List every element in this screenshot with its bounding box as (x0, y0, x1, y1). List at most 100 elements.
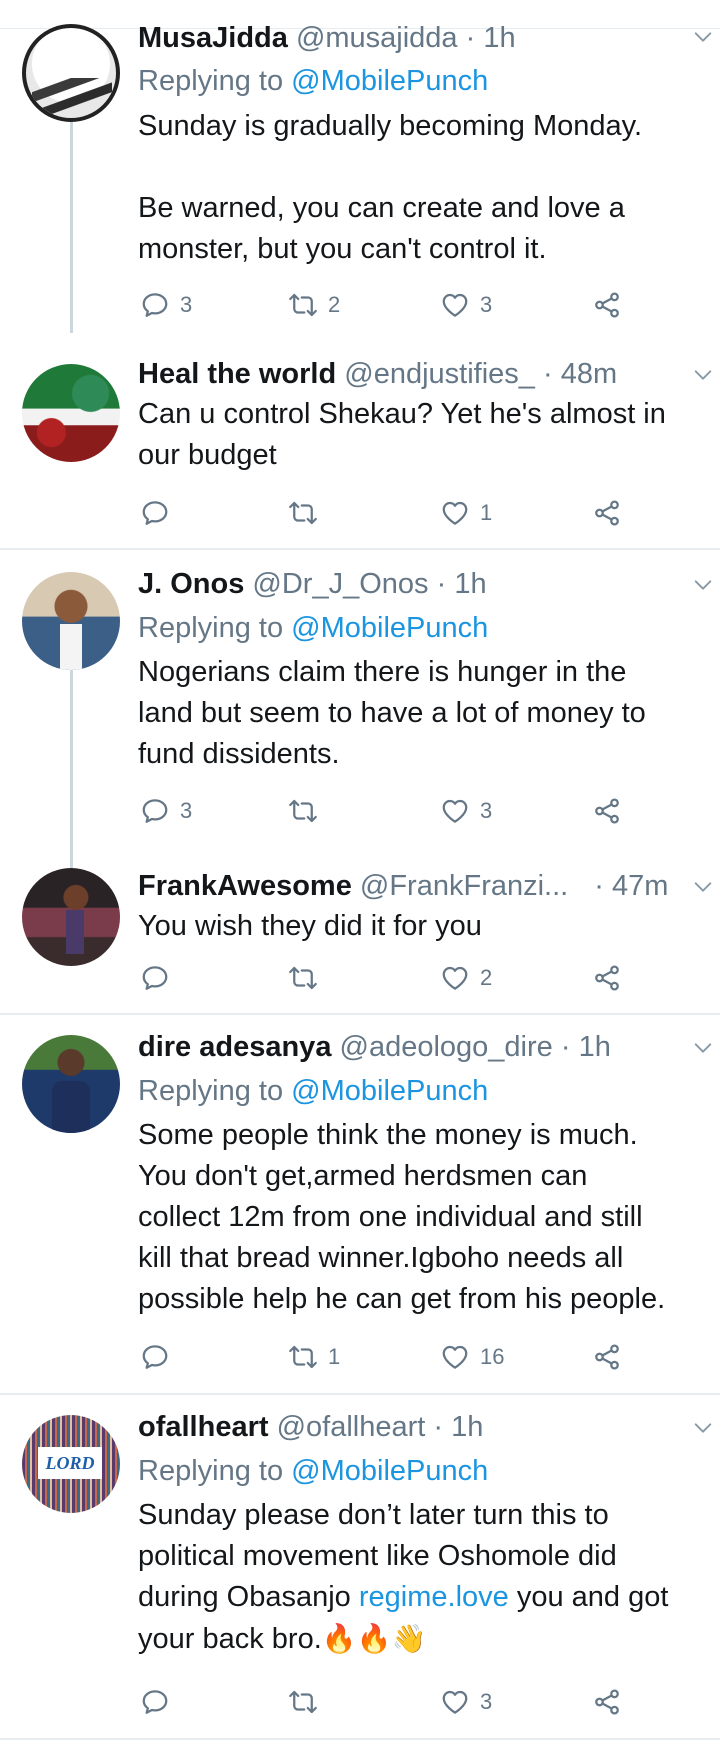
avatar[interactable] (22, 364, 120, 462)
tweet-item[interactable]: FrankAwesome @FrankFranzi... · 47m You w… (0, 860, 720, 1010)
replying-to-label: Replying to (138, 1075, 284, 1107)
replying-to-label: Replying to (138, 65, 284, 97)
retweet-icon (288, 290, 318, 320)
tweet-text-line: political movement like Oshomole did (138, 1540, 617, 1572)
tweet-item[interactable]: dire adesanya @adeologo_dire · 1h Replyi… (0, 1015, 720, 1393)
thread-line (70, 668, 73, 868)
tweet-actions: 2 (138, 961, 638, 995)
tweet-header: ofallheart @ofallheart · 1h (138, 1409, 483, 1445)
timestamp[interactable]: · 47m (594, 870, 668, 902)
reply-button[interactable] (140, 1340, 180, 1374)
reply-icon (140, 290, 170, 320)
like-button[interactable]: 3 (440, 1685, 492, 1719)
avatar[interactable] (22, 572, 120, 670)
like-button[interactable]: 1 (440, 496, 492, 530)
chevron-down-icon[interactable] (692, 364, 714, 386)
display-name[interactable]: dire adesanya (138, 1031, 331, 1063)
avatar-image (60, 624, 82, 670)
like-count: 2 (480, 965, 493, 990)
user-handle[interactable]: @FrankFranzi... (360, 870, 568, 902)
reply-button[interactable] (140, 496, 180, 530)
chevron-down-icon[interactable] (692, 876, 714, 898)
share-button[interactable] (592, 288, 622, 322)
replying-to-handle[interactable]: @MobilePunch (291, 612, 488, 644)
display-name[interactable]: ofallheart (138, 1411, 269, 1443)
user-handle[interactable]: @Dr_J_Onos (252, 568, 428, 600)
heart-icon (440, 963, 470, 993)
retweet-button[interactable] (288, 1685, 328, 1719)
like-count: 1 (480, 500, 493, 525)
reply-button[interactable] (140, 961, 180, 995)
share-button[interactable] (592, 794, 622, 828)
share-button[interactable] (592, 496, 622, 530)
tweet-text: Sunday is gradually becoming Monday. Be … (138, 106, 713, 270)
replying-to-label: Replying to (138, 1455, 284, 1487)
timestamp[interactable]: · 1h (466, 22, 516, 54)
tweet-text-line: Sunday please don’t later turn this to (138, 1499, 609, 1531)
avatar[interactable] (22, 868, 120, 966)
share-button[interactable] (592, 961, 622, 995)
tweet-text-line: during Obasanjo regime.love you and got (138, 1577, 713, 1618)
avatar[interactable]: LORD (22, 1415, 120, 1513)
tweet-text: You wish they did it for you (138, 906, 713, 947)
replying-to-handle[interactable]: @MobilePunch (291, 1455, 488, 1487)
tweet-item[interactable]: MusaJidda @musajidda · 1h Replying to @M… (0, 0, 720, 333)
display-name[interactable]: J. Onos (138, 568, 244, 600)
timestamp[interactable]: · 1h (561, 1031, 611, 1063)
tweet-actions: 3 3 (138, 794, 638, 828)
tweet-item[interactable]: Heal the world @endjustifies_ · 48m Can … (0, 340, 720, 550)
retweet-count: 1 (328, 1344, 341, 1369)
like-button[interactable]: 3 (440, 794, 492, 828)
chevron-down-icon[interactable] (692, 26, 714, 48)
retweet-button[interactable]: 1 (288, 1340, 340, 1374)
replying-to-handle[interactable]: @MobilePunch (291, 65, 488, 97)
tweet-inline-link[interactable]: regime.love (359, 1581, 509, 1613)
avatar-text: LORD (45, 1452, 95, 1473)
retweet-icon (288, 1687, 318, 1717)
tweet-header: dire adesanya @adeologo_dire · 1h (138, 1029, 611, 1065)
tweet-header: J. Onos @Dr_J_Onos · 1h (138, 566, 487, 602)
heart-icon (440, 796, 470, 826)
avatar[interactable] (22, 1035, 120, 1133)
replying-to-handle[interactable]: @MobilePunch (291, 1075, 488, 1107)
retweet-button[interactable] (288, 961, 328, 995)
retweet-button[interactable] (288, 496, 328, 530)
chevron-down-icon[interactable] (692, 574, 714, 596)
reply-button[interactable]: 3 (140, 288, 192, 322)
tweet-text-line: land but seem to have a lot of money to (138, 697, 646, 729)
tweet-text-line: Can u control Shekau? Yet he's almost in (138, 398, 666, 430)
tweet-header: Heal the world @endjustifies_ · 48m (138, 356, 617, 392)
tweet-text-blank-line (138, 147, 713, 188)
tweet-item[interactable]: LORD ofallheart @ofallheart · 1h Replyin… (0, 1395, 720, 1735)
tweet-text-line: collect 12m from one individual and stil… (138, 1201, 643, 1233)
timestamp[interactable]: · 48m (543, 358, 617, 390)
retweet-button[interactable]: 2 (288, 288, 340, 322)
avatar[interactable] (22, 24, 120, 122)
tweet-text-line: our budget (138, 439, 277, 471)
timestamp[interactable]: · 1h (437, 568, 487, 600)
user-handle[interactable]: @musajidda (296, 22, 458, 54)
chevron-down-icon[interactable] (692, 1037, 714, 1059)
tweet-text-line: kill that bread winner.Igboho needs all (138, 1242, 624, 1274)
reply-count: 3 (180, 292, 193, 317)
share-button[interactable] (592, 1685, 622, 1719)
reply-button[interactable]: 3 (140, 794, 192, 828)
reply-button[interactable] (140, 1685, 180, 1719)
display-name[interactable]: MusaJidda (138, 22, 288, 54)
like-button[interactable]: 3 (440, 288, 492, 322)
user-handle[interactable]: @endjustifies_ (344, 358, 535, 390)
like-button[interactable]: 16 (440, 1340, 504, 1374)
share-button[interactable] (592, 1340, 622, 1374)
tweet-item[interactable]: J. Onos @Dr_J_Onos · 1h Replying to @Mob… (0, 550, 720, 868)
like-button[interactable]: 2 (440, 961, 492, 995)
replying-to: Replying to @MobilePunch (138, 610, 488, 646)
display-name[interactable]: FrankAwesome (138, 870, 352, 902)
retweet-button[interactable] (288, 794, 328, 828)
user-handle[interactable]: @ofallheart (277, 1411, 426, 1443)
user-handle[interactable]: @adeologo_dire (340, 1031, 553, 1063)
display-name[interactable]: Heal the world (138, 358, 336, 390)
chevron-down-icon[interactable] (692, 1417, 714, 1439)
reply-icon (140, 498, 170, 528)
avatar-image (32, 78, 112, 118)
timestamp[interactable]: · 1h (433, 1411, 483, 1443)
